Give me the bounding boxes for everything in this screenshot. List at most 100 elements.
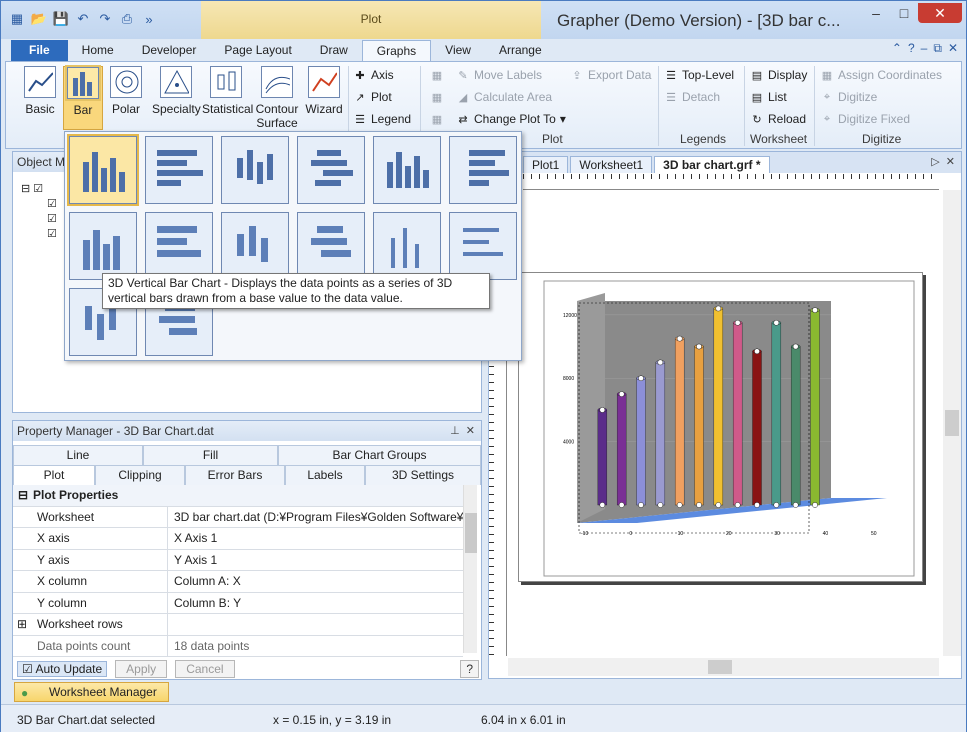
doc-close-icon[interactable]: ✕ <box>948 41 958 56</box>
detach-button[interactable]: ☰ Detach <box>664 90 720 104</box>
plot-canvas[interactable]: 12000 8000 4000 -10 0 10 20 30 40 50 <box>508 190 939 656</box>
statistical-button[interactable]: Statistical <box>202 66 253 116</box>
collapse-ribbon-icon[interactable]: ⌃ <box>892 41 902 56</box>
polar-button[interactable]: Polar <box>106 66 146 116</box>
list-button[interactable]: ▤ List <box>750 90 787 104</box>
gallery-3d-horizontal-bar-thin[interactable] <box>449 212 517 280</box>
doc-minimize-icon[interactable]: – <box>921 41 928 56</box>
tree-item-icon[interactable]: ☑ <box>21 227 57 242</box>
collapse-icon[interactable]: ⊟ <box>13 485 33 506</box>
doc-close-icon[interactable]: ✕ <box>946 156 955 168</box>
expand-icon[interactable]: ⊞ <box>17 614 27 635</box>
property-row[interactable]: Worksheet 3D bar chart.dat (D:¥Program Fi… <box>13 506 463 528</box>
property-row[interactable]: Y column Column B: Y <box>13 592 463 614</box>
tab-line[interactable]: Line <box>13 445 143 465</box>
plot-properties-section[interactable]: ⊟ Plot Properties <box>13 485 463 507</box>
gallery-3d-horizontal-bar[interactable] <box>145 212 213 280</box>
maximize-button[interactable]: □ <box>890 3 918 23</box>
horizontal-scrollbar[interactable] <box>508 658 939 676</box>
undo-icon[interactable]: ↶ <box>75 11 91 27</box>
add-axis-button[interactable]: ✚ Axis <box>353 68 393 82</box>
property-row[interactable]: X axis X Axis 1 <box>13 528 463 550</box>
gallery-vertical-floating-bar[interactable] <box>221 136 289 204</box>
worksheet-manager-tab[interactable]: ● Worksheet Manager <box>14 682 169 702</box>
property-manager-header: Property Manager - 3D Bar Chart.dat ⊥ ✕ <box>13 421 481 441</box>
bar-handle <box>676 335 683 342</box>
doc-tab-3d-bar-chart[interactable]: 3D bar chart.grf * <box>654 156 770 173</box>
tab-home[interactable]: Home <box>68 40 128 61</box>
specialty-chart-icon <box>160 66 192 98</box>
tab-draw[interactable]: Draw <box>306 40 362 61</box>
gallery-horizontal-bar-labels[interactable] <box>449 136 517 204</box>
pane-close-icon[interactable]: ✕ <box>466 425 475 437</box>
tab-bar-chart-groups[interactable]: Bar Chart Groups <box>278 445 481 465</box>
bar-chart-3d[interactable]: 12000 8000 4000 -10 0 10 20 30 40 50 <box>519 273 924 583</box>
tree-item-icon[interactable]: ☑ <box>21 212 57 227</box>
tab-developer[interactable]: Developer <box>128 40 211 61</box>
top-level-button[interactable]: ☰ Top-Level <box>664 68 734 82</box>
doc-tab-worksheet1[interactable]: Worksheet1 <box>570 156 653 173</box>
tab-view[interactable]: View <box>431 40 485 61</box>
basic-button[interactable]: Basic <box>20 66 60 116</box>
tab-graphs[interactable]: Graphs <box>361 40 432 61</box>
tree-expand-icon[interactable]: ⊟ ☑ <box>21 182 57 197</box>
change-plot-to-button[interactable]: ⇄ Change Plot To ▾ <box>456 112 565 126</box>
property-row[interactable]: Y axis Y Axis 1 <box>13 549 463 571</box>
contour-surface-button[interactable]: Contour Surface <box>252 66 302 130</box>
tab-plot[interactable]: Plot <box>13 465 95 485</box>
tab-page-layout[interactable]: Page Layout <box>210 40 305 61</box>
assign-coordinates-icon: ▦ <box>821 69 833 82</box>
help-button[interactable]: ? <box>460 660 479 678</box>
print-icon[interactable]: ⎙ <box>119 11 135 27</box>
gallery-vertical-bar-labels[interactable] <box>373 136 441 204</box>
property-row[interactable]: X column Column A: X <box>13 571 463 593</box>
specialty-button[interactable]: Specialty <box>152 66 201 116</box>
minimize-button[interactable]: – <box>862 3 890 23</box>
digitize-button[interactable]: ⌖ Digitize <box>820 90 877 104</box>
move-labels-button[interactable]: ✎ Move Labels <box>456 68 542 82</box>
gallery-3d-vertical-bar-thin[interactable] <box>373 212 441 280</box>
auto-update-checkbox[interactable]: ☑ Auto Update <box>17 661 108 677</box>
property-scrollbar[interactable] <box>463 485 477 653</box>
apply-button[interactable]: Apply <box>115 660 168 678</box>
tab-error-bars[interactable]: Error Bars <box>185 465 285 485</box>
help-icon[interactable]: ? <box>908 41 915 56</box>
open-icon[interactable]: 📂 <box>31 11 47 27</box>
tab-labels[interactable]: Labels <box>285 465 365 485</box>
display-button[interactable]: ▤ Display <box>750 68 808 82</box>
doc-tab-plot1[interactable]: Plot1 <box>523 156 569 173</box>
reload-button[interactable]: ↻ Reload <box>750 112 806 126</box>
gallery-horizontal-floating-bar[interactable] <box>297 136 365 204</box>
assign-coordinates-button[interactable]: ▦ Assign Coordinates <box>820 68 942 82</box>
wizard-button[interactable]: Wizard <box>304 66 344 116</box>
bar-button[interactable]: Bar <box>63 65 103 130</box>
calculate-area-button[interactable]: ◢ Calculate Area <box>456 90 552 104</box>
tree-item-icon[interactable]: ☑ <box>21 197 57 212</box>
gallery-horizontal-bar[interactable] <box>145 136 213 204</box>
object-tree[interactable]: ⊟ ☑ ☑ ☑ ☑ <box>21 182 57 242</box>
property-row[interactable]: ⊞ Worksheet rows <box>13 614 463 636</box>
save-icon[interactable]: 💾 <box>53 11 69 27</box>
export-data-button[interactable]: ⇪ Export Data <box>570 68 651 82</box>
tab-3d-settings[interactable]: 3D Settings <box>365 465 481 485</box>
cancel-button[interactable]: Cancel <box>175 660 235 678</box>
tab-file[interactable]: File <box>11 40 68 61</box>
gallery-vertical-bar[interactable] <box>67 134 139 206</box>
gallery-3d-vertical-floating-bar[interactable] <box>221 212 289 280</box>
gallery-3d-horizontal-floating-bar[interactable] <box>297 212 365 280</box>
tab-clipping[interactable]: Clipping <box>95 465 185 485</box>
add-legend-button[interactable]: ☰ Legend <box>353 112 411 126</box>
vertical-scrollbar[interactable] <box>943 190 961 656</box>
doc-restore-icon[interactable]: ⧉ <box>933 41 942 56</box>
pin-icon[interactable]: ⊥ <box>450 425 460 437</box>
add-plot-button[interactable]: ↗ Plot <box>353 90 391 104</box>
gallery-3d-vertical-bar[interactable] <box>69 212 137 280</box>
qat-more-icon[interactable]: » <box>141 11 157 27</box>
redo-icon[interactable]: ↷ <box>97 11 113 27</box>
tab-scroll-icon[interactable]: ▷ <box>931 156 939 168</box>
bar-handle <box>792 502 799 508</box>
digitize-fixed-button[interactable]: ⌖ Digitize Fixed <box>820 112 910 126</box>
tab-arrange[interactable]: Arrange <box>485 40 556 61</box>
tab-fill[interactable]: Fill <box>143 445 278 465</box>
close-button[interactable]: ✕ <box>918 3 962 23</box>
